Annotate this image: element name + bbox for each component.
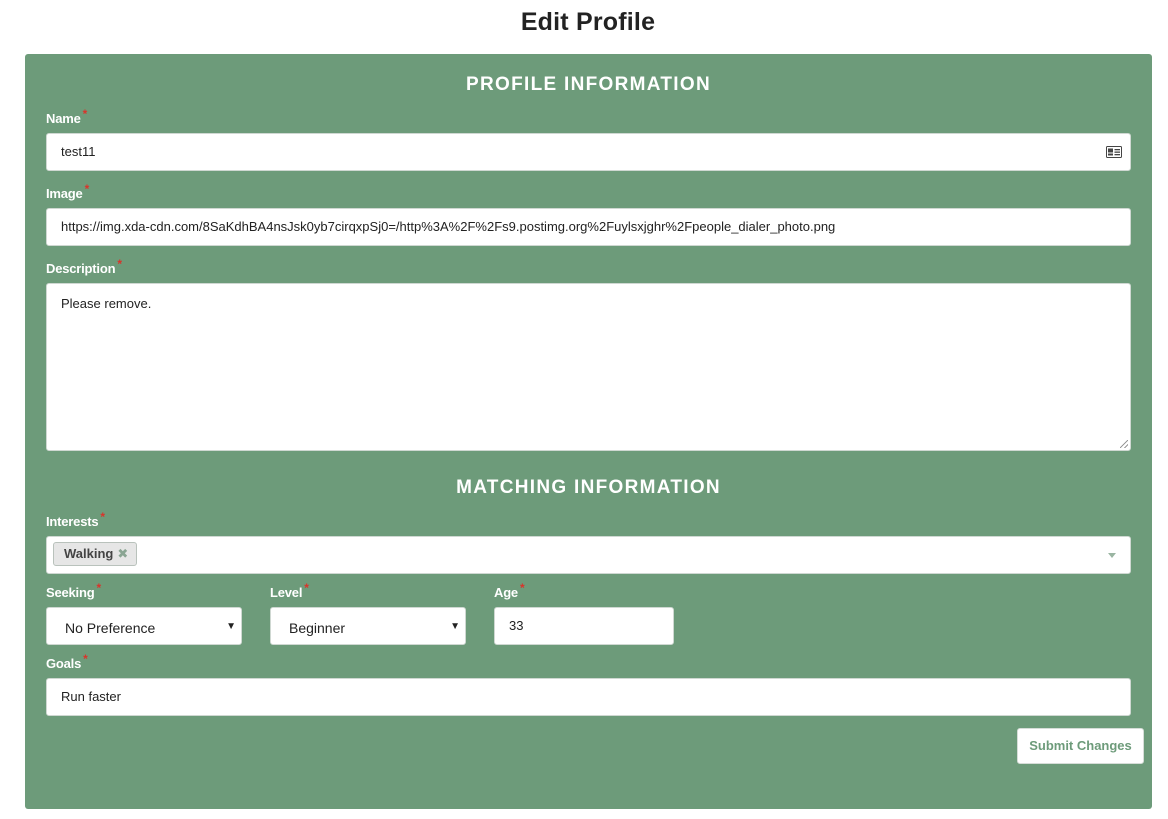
seeking-label: Seeking * [46, 581, 101, 600]
age-value: 33 [509, 618, 524, 633]
description-label-text: Description [46, 261, 116, 276]
name-label-text: Name [46, 111, 81, 126]
submit-changes-button[interactable]: Submit Changes [1017, 728, 1144, 764]
required-marker: * [304, 581, 309, 595]
required-marker: * [519, 581, 525, 595]
goals-value: Run faster [61, 689, 121, 704]
seeking-label-text: Seeking [46, 585, 95, 600]
name-input[interactable]: test11 [46, 133, 1131, 171]
age-label-text: Age [494, 585, 518, 600]
goals-input[interactable]: Run faster [46, 678, 1131, 716]
seeking-select[interactable]: No Preference ▼ [46, 607, 242, 645]
image-url-value: https://img.xda-cdn.com/8SaKdhBA4nsJsk0y… [61, 219, 836, 234]
select-arrow-icon: ▼ [450, 621, 460, 632]
interest-tag-walking: Walking ✖ [53, 542, 138, 566]
image-label: Image * [46, 182, 89, 201]
goals-label-text: Goals [46, 656, 82, 671]
select-arrow-icon: ▼ [226, 621, 236, 632]
description-label: Description * [46, 257, 122, 276]
page-title: Edit Profile [520, 8, 656, 36]
level-select[interactable]: Beginner ▼ [270, 607, 466, 645]
level-label-text: Level [270, 585, 303, 600]
required-marker: * [117, 257, 122, 271]
interest-tag-label: Walking [64, 546, 114, 561]
matching-section-title: MATCHING INFORMATION [456, 477, 721, 498]
contact-card-icon [1106, 146, 1122, 158]
caret-down-icon[interactable] [1108, 553, 1116, 558]
interests-multiselect[interactable]: Walking ✖ [46, 536, 1131, 574]
required-marker: * [83, 652, 88, 666]
age-label: Age * [494, 581, 525, 600]
seeking-selected-value: No Preference [65, 620, 156, 636]
name-label: Name * [46, 107, 87, 126]
goals-label: Goals * [46, 652, 88, 671]
required-marker: * [100, 510, 105, 524]
interests-label-text: Interests [46, 514, 99, 529]
level-label: Level * [270, 581, 309, 600]
image-label-text: Image [46, 186, 83, 201]
description-textarea[interactable]: Please remove. [46, 283, 1131, 451]
level-selected-value: Beginner [289, 620, 346, 636]
interests-label: Interests * [46, 510, 105, 529]
age-input[interactable]: 33 [494, 607, 674, 645]
required-marker: * [84, 182, 90, 196]
image-url-input[interactable]: https://img.xda-cdn.com/8SaKdhBA4nsJsk0y… [46, 208, 1131, 246]
edit-profile-form: PROFILE INFORMATION Name * test11 Image * … [25, 54, 1152, 809]
required-marker: * [96, 581, 101, 595]
description-value: Please remove. [61, 296, 152, 311]
name-input-value: test11 [61, 144, 96, 159]
resize-handle[interactable] [1120, 440, 1128, 448]
required-marker: * [82, 107, 88, 121]
remove-tag-icon[interactable]: ✖ [117, 546, 128, 561]
profile-section-title: PROFILE INFORMATION [466, 74, 711, 95]
